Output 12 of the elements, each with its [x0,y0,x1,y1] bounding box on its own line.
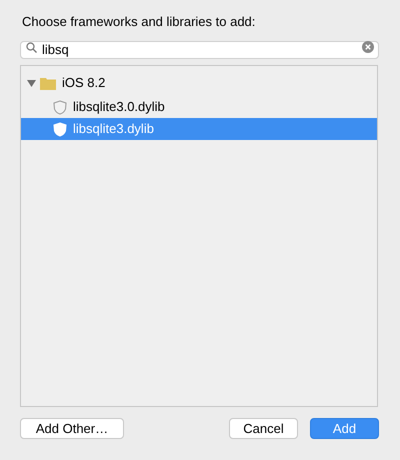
tree-row[interactable]: libsqlite3.0.dylib [21,96,377,118]
prompt-text: Choose frameworks and libraries to add: [22,13,256,30]
search-icon [26,42,37,53]
disclosure-triangle-icon[interactable] [27,78,36,88]
tree-row[interactable]: iOS 8.2 [21,72,377,94]
dialog-button[interactable]: Add Other… [20,418,124,439]
dialog-button[interactable]: Cancel [229,418,298,439]
search-field[interactable]: libsq [20,40,379,59]
shield-icon [53,100,67,114]
folder-icon [40,76,56,90]
clear-icon[interactable] [362,41,374,53]
shield-icon [53,122,67,136]
